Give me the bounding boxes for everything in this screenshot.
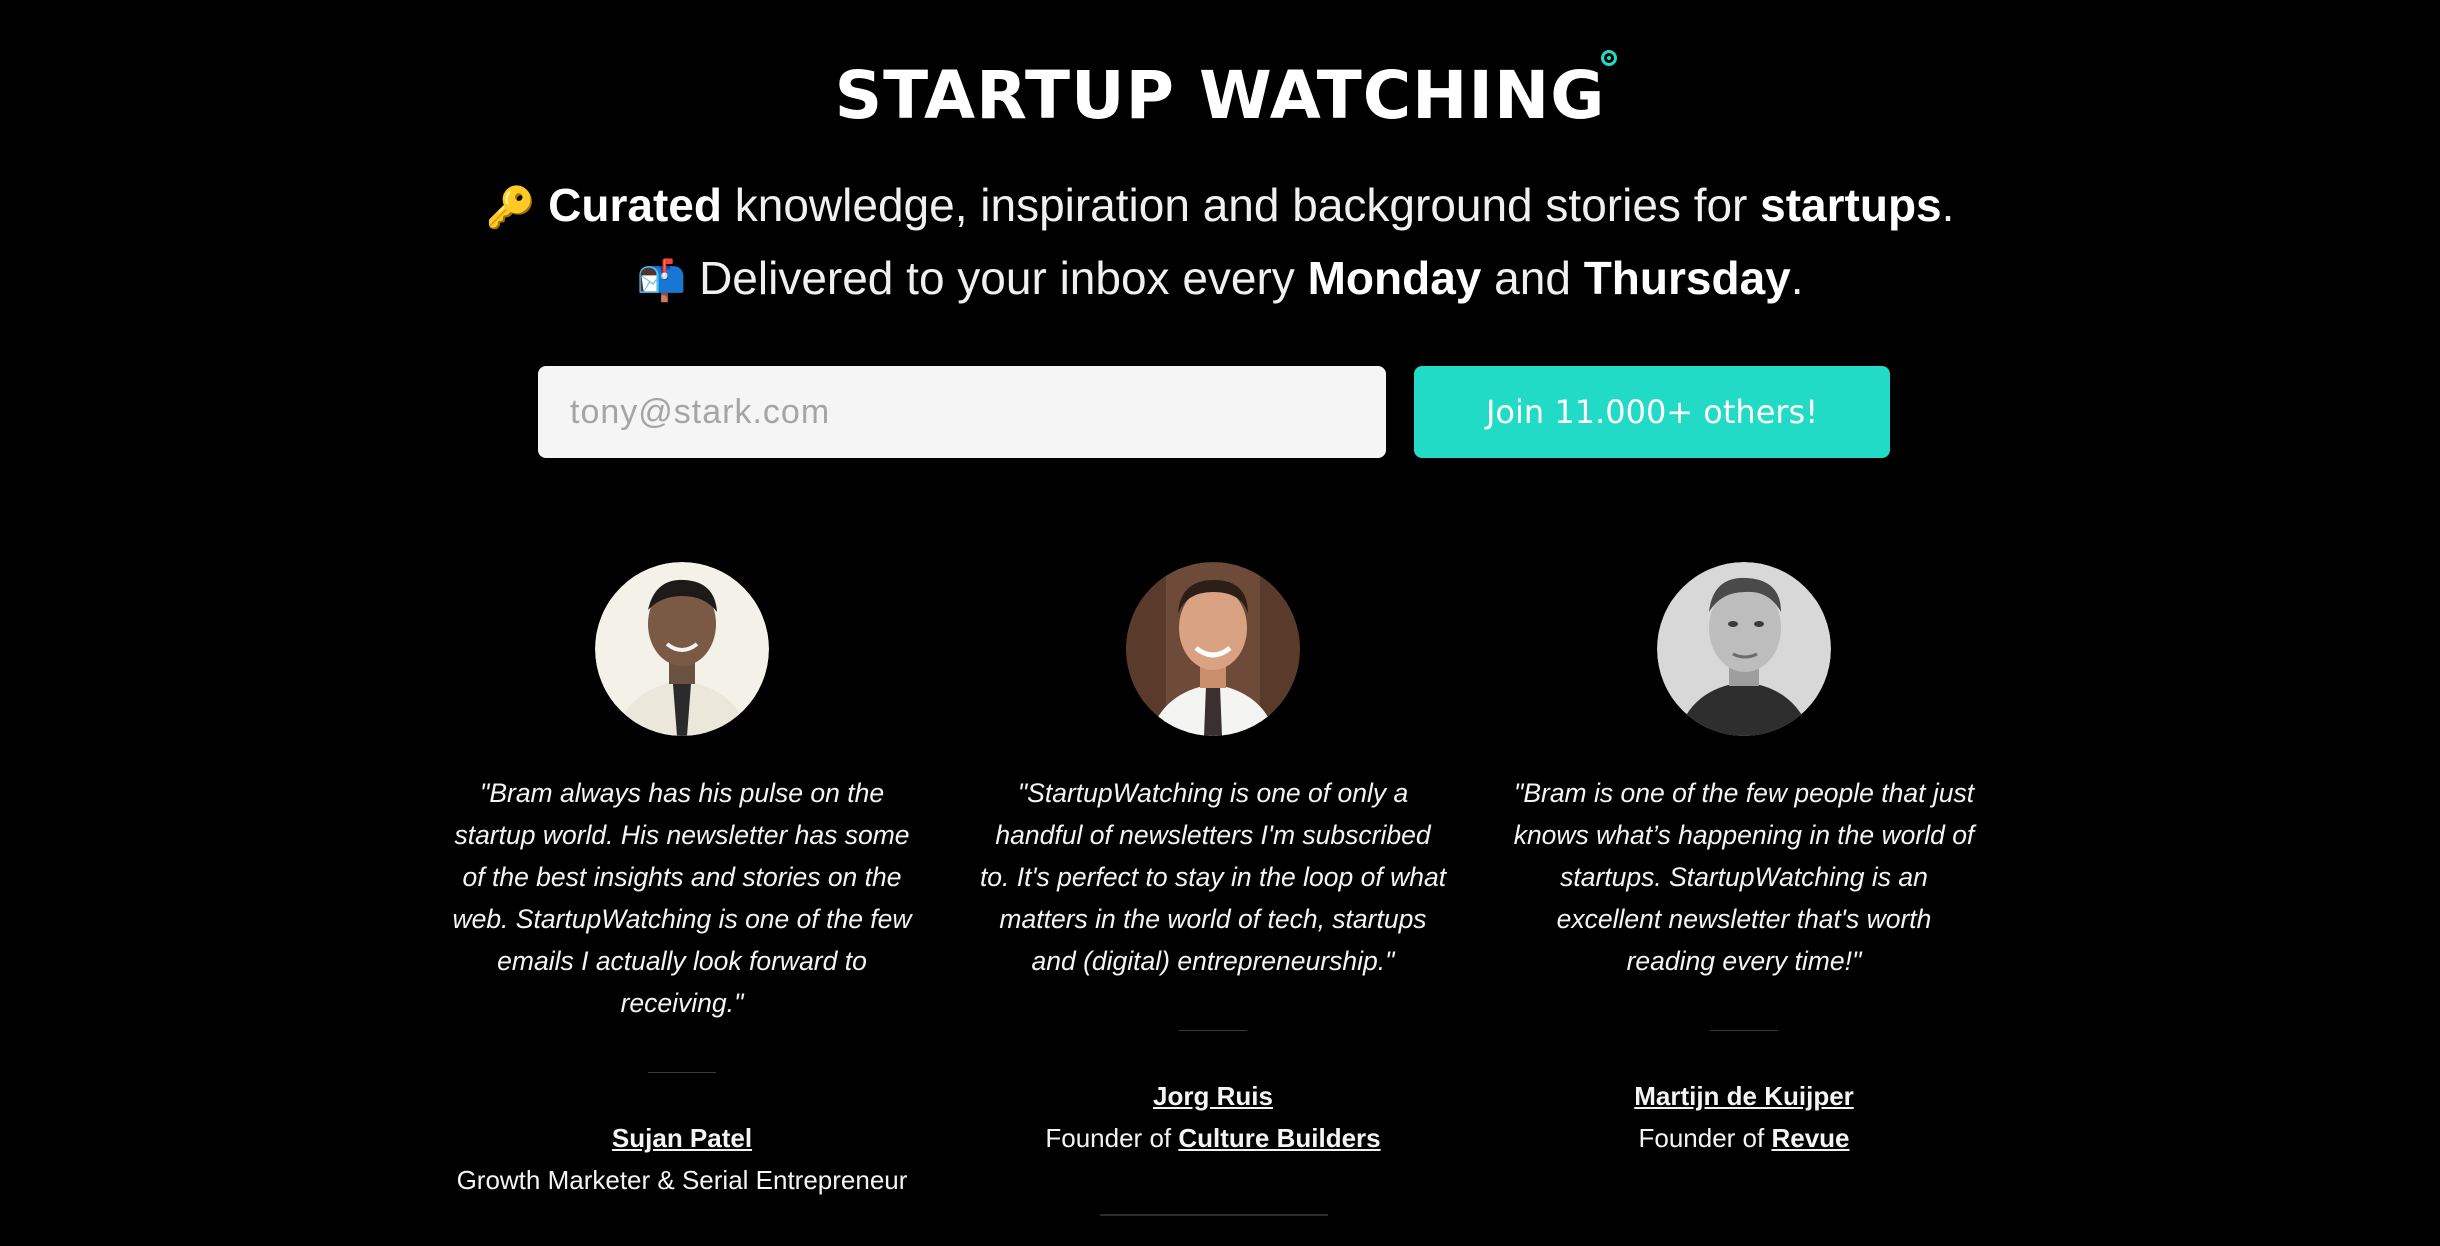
key-icon: 🔑 [485,186,536,230]
page: STARTUP WATCHING 🔑 Curated knowledge, in… [0,0,2440,1246]
testimonial-quote: "StartupWatching is one of only a handfu… [979,778,1447,976]
avatar [1126,562,1300,736]
tagline-bold-curated: Curated [548,179,722,231]
tagline-line-1: 🔑 Curated knowledge, inspiration and bac… [0,170,2440,243]
tagline-bold-monday: Monday [1307,252,1482,304]
avatar [1657,562,1831,736]
join-button[interactable]: Join 11.000+ others! [1414,366,1890,458]
role-link[interactable]: Revue [1771,1123,1849,1153]
email-input[interactable] [538,366,1386,458]
role-text: Founder of [1045,1123,1179,1153]
section-divider [1100,1214,1328,1216]
tagline-text: . [1941,179,1955,231]
testimonial-card: "Bram always has his pulse on the startu… [447,562,917,1201]
logo[interactable]: STARTUP WATCHING [0,50,2440,136]
logo-label: STARTUP WATCHING [834,57,1606,134]
person-role: Founder of Revue [1509,1117,1979,1159]
logo-text: STARTUP WATCHING [834,50,1618,136]
testimonial-quote: "Bram always has his pulse on the startu… [452,778,912,1018]
tagline-bold-startups: startups [1760,179,1942,231]
tagline-text: knowledge, inspiration and background st… [721,179,1761,231]
tagline-bold-thursday: Thursday [1583,252,1791,304]
tagline-text: . [1790,252,1804,304]
avatar [595,562,769,736]
tagline-text: Delivered to your inbox every [686,252,1308,304]
testimonial-quote: "Bram is one of the few people that just… [1513,778,1975,976]
role-text: Growth Marketer & Serial Entrepreneur [456,1165,908,1195]
tagline: 🔑 Curated knowledge, inspiration and bac… [0,170,2440,316]
person-name-link[interactable]: Sujan Patel [612,1117,752,1159]
role-link[interactable]: Culture Builders [1178,1123,1380,1153]
tagline-text: and [1481,252,1584,304]
person-name-link[interactable]: Jorg Ruis [1153,1075,1273,1117]
signup-form: Join 11.000+ others! [538,366,1890,458]
role-text: Founder of [1638,1123,1772,1153]
testimonials: "Bram always has his pulse on the startu… [0,562,2440,1195]
person-role: Founder of Culture Builders [978,1117,1448,1159]
tagline-line-2: 📬 Delivered to your inbox every Monday a… [0,243,2440,316]
testimonial-card: "StartupWatching is one of only a handfu… [978,562,1448,1159]
mailbox-icon: 📬 [636,259,687,303]
person-name-link[interactable]: Martijn de Kuijper [1634,1075,1854,1117]
person-role: Growth Marketer & Serial Entrepreneur [447,1159,917,1201]
testimonial-card: "Bram is one of the few people that just… [1509,562,1979,1159]
logo-dot-icon [1601,50,1618,66]
